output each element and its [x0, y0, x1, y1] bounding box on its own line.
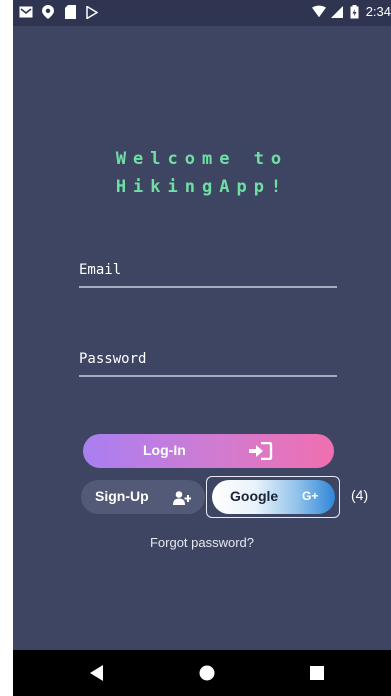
- system-icons: 2:34: [311, 4, 391, 19]
- sign-in-icon: [249, 441, 273, 461]
- login-button[interactable]: Log-In: [83, 434, 334, 468]
- notification-icons: [19, 5, 99, 19]
- password-label: Password: [79, 351, 147, 367]
- battery-icon: [348, 4, 362, 19]
- welcome-line-1: Welcome to: [115, 149, 289, 169]
- back-icon[interactable]: [87, 663, 107, 683]
- signup-button[interactable]: Sign-Up: [81, 480, 205, 514]
- signup-label: Sign-Up: [95, 488, 149, 504]
- email-field[interactable]: Email: [79, 248, 337, 288]
- welcome-title: Welcome to HikingApp!: [13, 145, 391, 201]
- gmail-icon: [19, 5, 33, 19]
- password-field[interactable]: Password: [79, 337, 337, 377]
- login-label: Log-In: [143, 442, 186, 458]
- forgot-password-link[interactable]: Forgot password?: [13, 535, 391, 550]
- clipboard-icon: [63, 5, 77, 19]
- welcome-line-2: HikingApp!: [115, 177, 289, 197]
- app-screen: 2:34 Welcome to HikingApp! Email Passwor…: [13, 0, 391, 696]
- navigation-bar: [13, 650, 391, 696]
- play-store-icon: [85, 5, 99, 19]
- status-bar: 2:34: [13, 0, 391, 26]
- home-icon[interactable]: [197, 663, 217, 683]
- email-label: Email: [79, 262, 122, 278]
- google-count-badge: (4): [351, 487, 369, 503]
- email-underline: [79, 286, 337, 288]
- clock: 2:34: [365, 4, 391, 19]
- recents-icon[interactable]: [307, 663, 327, 683]
- add-user-icon: [173, 490, 192, 505]
- google-label: Google: [230, 488, 279, 504]
- signal-icon: [330, 5, 344, 19]
- password-underline: [79, 375, 337, 377]
- google-plus-icon: G+: [302, 489, 319, 503]
- wifi-icon: [311, 5, 326, 19]
- google-button[interactable]: Google G+: [212, 480, 335, 514]
- location-icon: [41, 5, 55, 19]
